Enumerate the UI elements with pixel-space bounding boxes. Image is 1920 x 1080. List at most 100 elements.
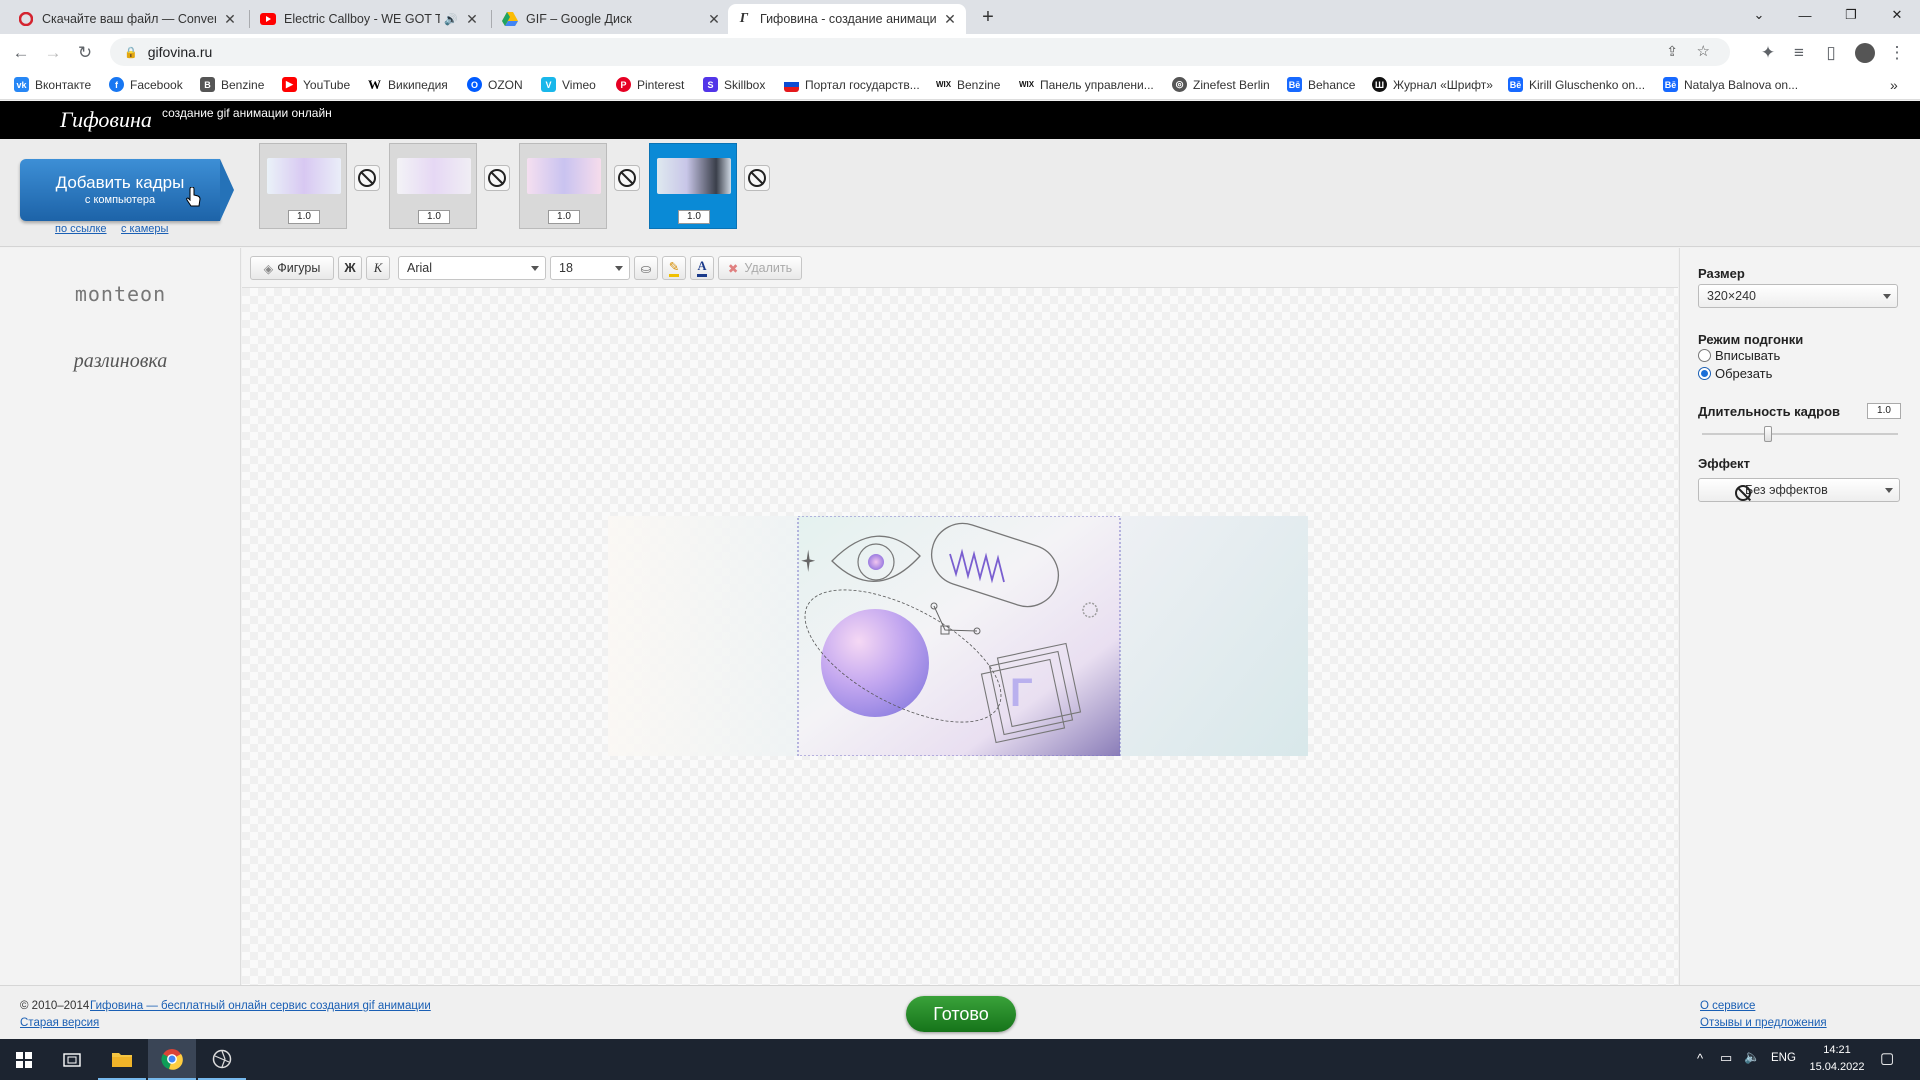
bookmark-shrift[interactable]: Ш Журнал «Шрифт» [1372,77,1493,92]
task-view-icon[interactable] [48,1039,96,1080]
side-panel-icon[interactable]: ▯ [1818,40,1844,66]
close-tab-icon[interactable]: ✕ [706,11,722,28]
close-tab-icon[interactable]: ✕ [942,11,958,28]
tab-gifovina[interactable]: Г Гифовина - создание анимации ✕ [728,4,966,34]
avatar[interactable] [1852,40,1878,66]
highlight-color-button[interactable]: ✎ [662,256,686,280]
add-by-link[interactable]: по ссылке [55,223,107,235]
back-button[interactable]: ← [8,40,34,66]
shapes-button[interactable]: ◈ Фигуры [250,256,334,280]
language-indicator[interactable]: ENG [1771,1052,1796,1064]
network-icon[interactable]: ▭ [1720,1050,1732,1066]
bookmark-wix-panel[interactable]: WIX Панель управлени... [1019,77,1154,92]
bookmark-facebook[interactable]: f Facebook [109,77,183,92]
bookmark-pinterest[interactable]: P Pinterest [616,77,684,92]
bookmark-benzine-wix[interactable]: WIX Benzine [936,77,1000,92]
speaker-icon[interactable]: 🔊 [444,13,458,26]
wix-icon: WIX [1019,77,1034,92]
tab-convertio[interactable]: Скачайте ваш файл — Convertio ✕ [10,4,246,34]
font-option-razlinovka[interactable]: разлиновка [0,350,241,373]
fit-option-crop[interactable]: Обрезать [1698,366,1772,381]
duration-slider-track[interactable] [1702,433,1898,435]
bookmark-benzine[interactable]: B Benzine [200,77,264,92]
tab-google-drive[interactable]: GIF – Google Диск ✕ [494,4,730,34]
font-size-select[interactable]: 18 [550,256,630,280]
forward-button[interactable]: → [40,40,66,66]
windows-taskbar: ^ ▭ 🔈 ENG 14:21 15.04.2022 ▢ [0,1039,1920,1080]
transition-button[interactable] [744,165,770,191]
file-explorer-icon[interactable] [98,1039,146,1080]
radio-checked[interactable] [1698,367,1711,380]
size-label: Размер [1698,266,1745,281]
bookmark-vimeo[interactable]: V Vimeo [541,77,596,92]
bookmark-gosuslugi[interactable]: Портал государств... [784,77,920,92]
frame-thumbnail-4[interactable]: 1.0 [649,143,737,229]
frame-duration-input[interactable]: 1.0 [288,210,320,224]
chrome-icon[interactable] [148,1039,196,1080]
star-icon[interactable]: ☆ [1697,42,1710,60]
bookmark-wikipedia[interactable]: W Википедия [367,77,448,92]
close-tab-icon[interactable]: ✕ [464,11,480,28]
url-field[interactable]: 🔒 gifovina.ru ⇪ ☆ [110,38,1730,66]
duration-slider-handle[interactable] [1764,426,1772,442]
frame-duration-input[interactable]: 1.0 [678,210,710,224]
italic-button[interactable]: К [366,256,390,280]
fill-color-button[interactable]: ⛀ [634,256,658,280]
effect-select[interactable]: Без эффектов [1698,478,1900,502]
add-frames-button[interactable]: Добавить кадры с компьютера [20,159,234,221]
bookmark-youtube[interactable]: ▶ YouTube [282,77,350,92]
clock-date[interactable]: 15.04.2022 [1806,1061,1868,1073]
text-color-button[interactable]: A [690,256,714,280]
media-icon[interactable]: ≡ [1786,40,1812,66]
transition-button[interactable] [614,165,640,191]
new-tab-button[interactable]: + [976,6,1000,30]
transition-button[interactable] [354,165,380,191]
site-logo[interactable]: Гифовина [60,107,152,133]
font-family-select[interactable]: Arial [398,256,546,280]
bookmark-kirill[interactable]: Bē Kirill Gluschenko on... [1508,77,1645,92]
share-icon[interactable]: ⇪ [1666,43,1678,60]
duration-input[interactable]: 1.0 [1867,403,1901,419]
minimize-button[interactable]: — [1782,0,1828,30]
old-version-link[interactable]: Старая версия [20,1017,99,1029]
app-icon[interactable] [198,1039,246,1080]
done-button[interactable]: Готово [906,996,1016,1032]
chevron-up-icon[interactable]: ^ [1697,1051,1703,1066]
gif-canvas[interactable]: Г [608,515,1308,757]
notifications-icon[interactable]: ▢ [1880,1049,1894,1067]
bookmark-behance[interactable]: Bē Behance [1287,77,1355,92]
frame-thumbnail-2[interactable]: 1.0 [389,143,477,229]
feedback-link[interactable]: Отзывы и предложения [1700,1017,1827,1029]
font-option-monteon[interactable]: monteon [0,282,241,306]
frame-duration-input[interactable]: 1.0 [548,210,580,224]
windows-start-icon[interactable] [0,1039,48,1080]
tab-youtube[interactable]: Electric Callboy - WE GOT THE MOVES 🔊 ✕ [252,4,488,34]
more-bookmarks-icon[interactable]: » [1890,77,1898,93]
bookmark-natalya[interactable]: Bē Natalya Balnova on... [1663,77,1798,92]
add-from-camera[interactable]: с камеры [121,223,168,235]
bookmark-zinefest[interactable]: ◎ Zinefest Berlin [1172,77,1270,92]
volume-icon[interactable]: 🔈 [1744,1049,1760,1065]
service-link[interactable]: Гифовина — бесплатный онлайн сервис созд… [90,1000,431,1012]
bookmark-ozon[interactable]: O OZON [467,77,523,92]
about-link[interactable]: О сервисе [1700,1000,1755,1012]
frame-thumbnail-1[interactable]: 1.0 [259,143,347,229]
bookmark-vk[interactable]: vk Вконтакте [14,77,91,92]
radio-unchecked[interactable] [1698,349,1711,362]
extensions-icon[interactable]: ✦ [1755,40,1781,66]
restore-button[interactable]: ❐ [1828,0,1874,30]
bold-button[interactable]: Ж [338,256,362,280]
delete-button[interactable]: ✖ Удалить [718,256,802,280]
close-tab-icon[interactable]: ✕ [222,11,238,28]
bookmark-skillbox[interactable]: S Skillbox [703,77,765,92]
clock-time[interactable]: 14:21 [1808,1044,1866,1056]
tab-search-icon[interactable]: ⌄ [1736,0,1782,30]
frame-thumbnail-3[interactable]: 1.0 [519,143,607,229]
size-select[interactable]: 320×240 [1698,284,1898,308]
transition-button[interactable] [484,165,510,191]
reload-button[interactable]: ↻ [72,40,98,66]
menu-icon[interactable]: ⋮ [1884,40,1910,66]
close-window-button[interactable]: ✕ [1874,0,1920,30]
frame-duration-input[interactable]: 1.0 [418,210,450,224]
fit-option-inscribe[interactable]: Вписывать [1698,348,1780,363]
